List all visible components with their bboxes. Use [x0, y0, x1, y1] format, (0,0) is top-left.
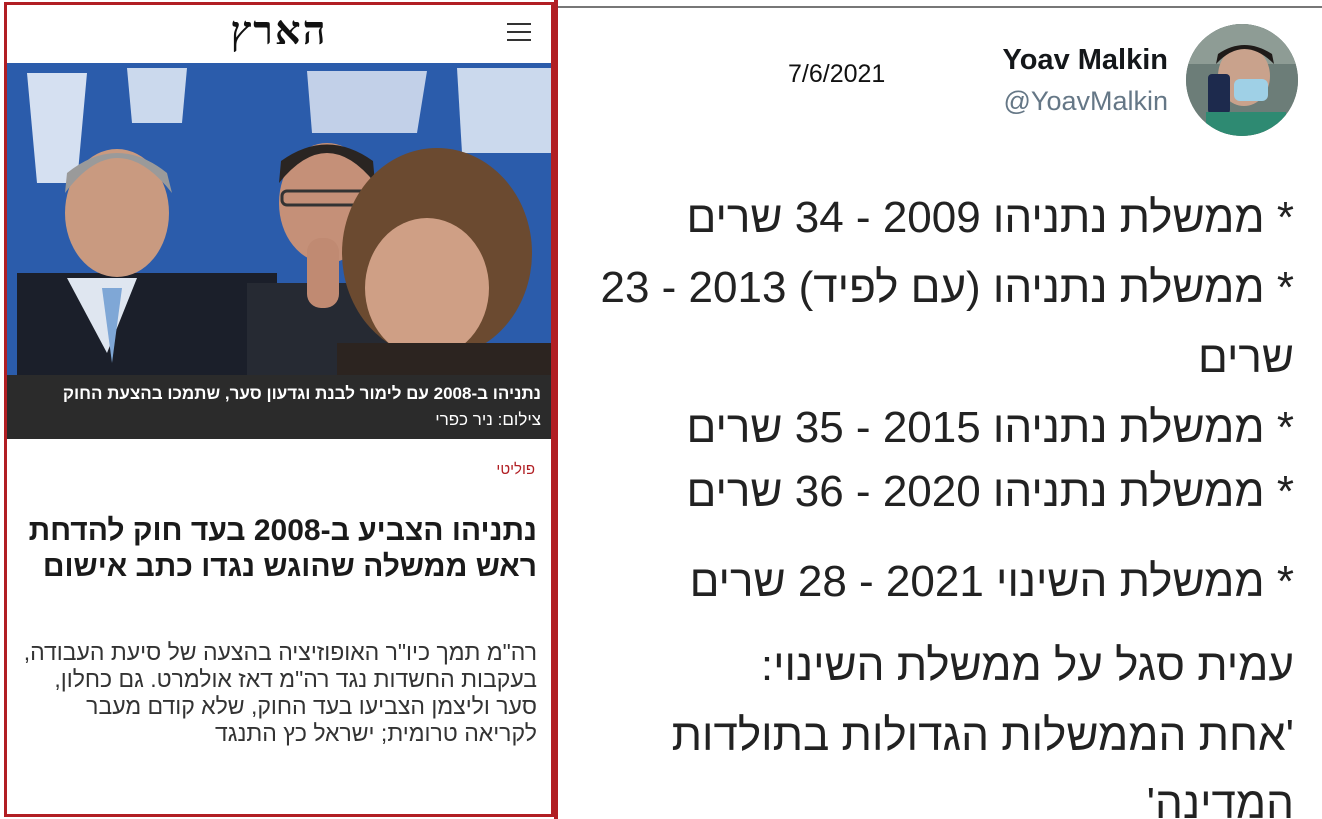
- article-lede: רה"מ תמך כיו"ר האופוזיציה בהצעה של סיעת …: [23, 639, 537, 746]
- tweet-line: * ממשלת נתניהו 2015 - 35 שרים: [686, 403, 1295, 452]
- photo-caption: נתניהו ב-2008 עם לימור לבנת וגדעון סער, …: [7, 375, 551, 439]
- tweet-line: שרים: [1197, 333, 1294, 382]
- tweet-line: * ממשלת נתניהו (עם לפיד) 2013 - 23: [600, 263, 1294, 312]
- site-header: הארץ: [7, 5, 551, 63]
- avatar[interactable]: [1186, 24, 1298, 136]
- hero-photo: [7, 63, 551, 375]
- user-display-name[interactable]: Yoav Malkin: [1003, 44, 1168, 77]
- quote-line: המדינה': [1146, 779, 1294, 819]
- tweet-panel: 7/6/2021 Yoav Malkin @YoavMalkin * ממשלת…: [558, 6, 1322, 819]
- user-handle[interactable]: @YoavMalkin: [1004, 86, 1169, 117]
- menu-icon[interactable]: [507, 23, 531, 43]
- tweet-date: 7/6/2021: [788, 60, 886, 88]
- tweet-line: * ממשלת נתניהו 2020 - 36 שרים: [686, 467, 1295, 516]
- article-panel: הארץ נתניהו ב-2008 עם לימור לבנת וגדעון …: [4, 2, 554, 817]
- article-headline[interactable]: נתניהו הצביע ב-2008 בעד חוק להדחת ראש ממ…: [17, 513, 537, 585]
- tweet-line: * ממשלת נתניהו 2009 - 34 שרים: [686, 193, 1295, 242]
- photo-caption-text: נתניהו ב-2008 עם לימור לבנת וגדעון סער, …: [62, 384, 541, 403]
- section-link-politics[interactable]: פוליטי: [496, 461, 535, 478]
- quote-intro: עמית סגל על ממשלת השינוי:: [760, 641, 1294, 690]
- tweet-line: * ממשלת השינוי 2021 - 28 שרים: [689, 557, 1294, 606]
- photo-credit: צילום: ניר כפרי: [435, 410, 541, 429]
- quote-line: 'אחת הממשלות הגדולות בתולדות: [671, 711, 1294, 760]
- site-logo[interactable]: הארץ: [7, 7, 551, 54]
